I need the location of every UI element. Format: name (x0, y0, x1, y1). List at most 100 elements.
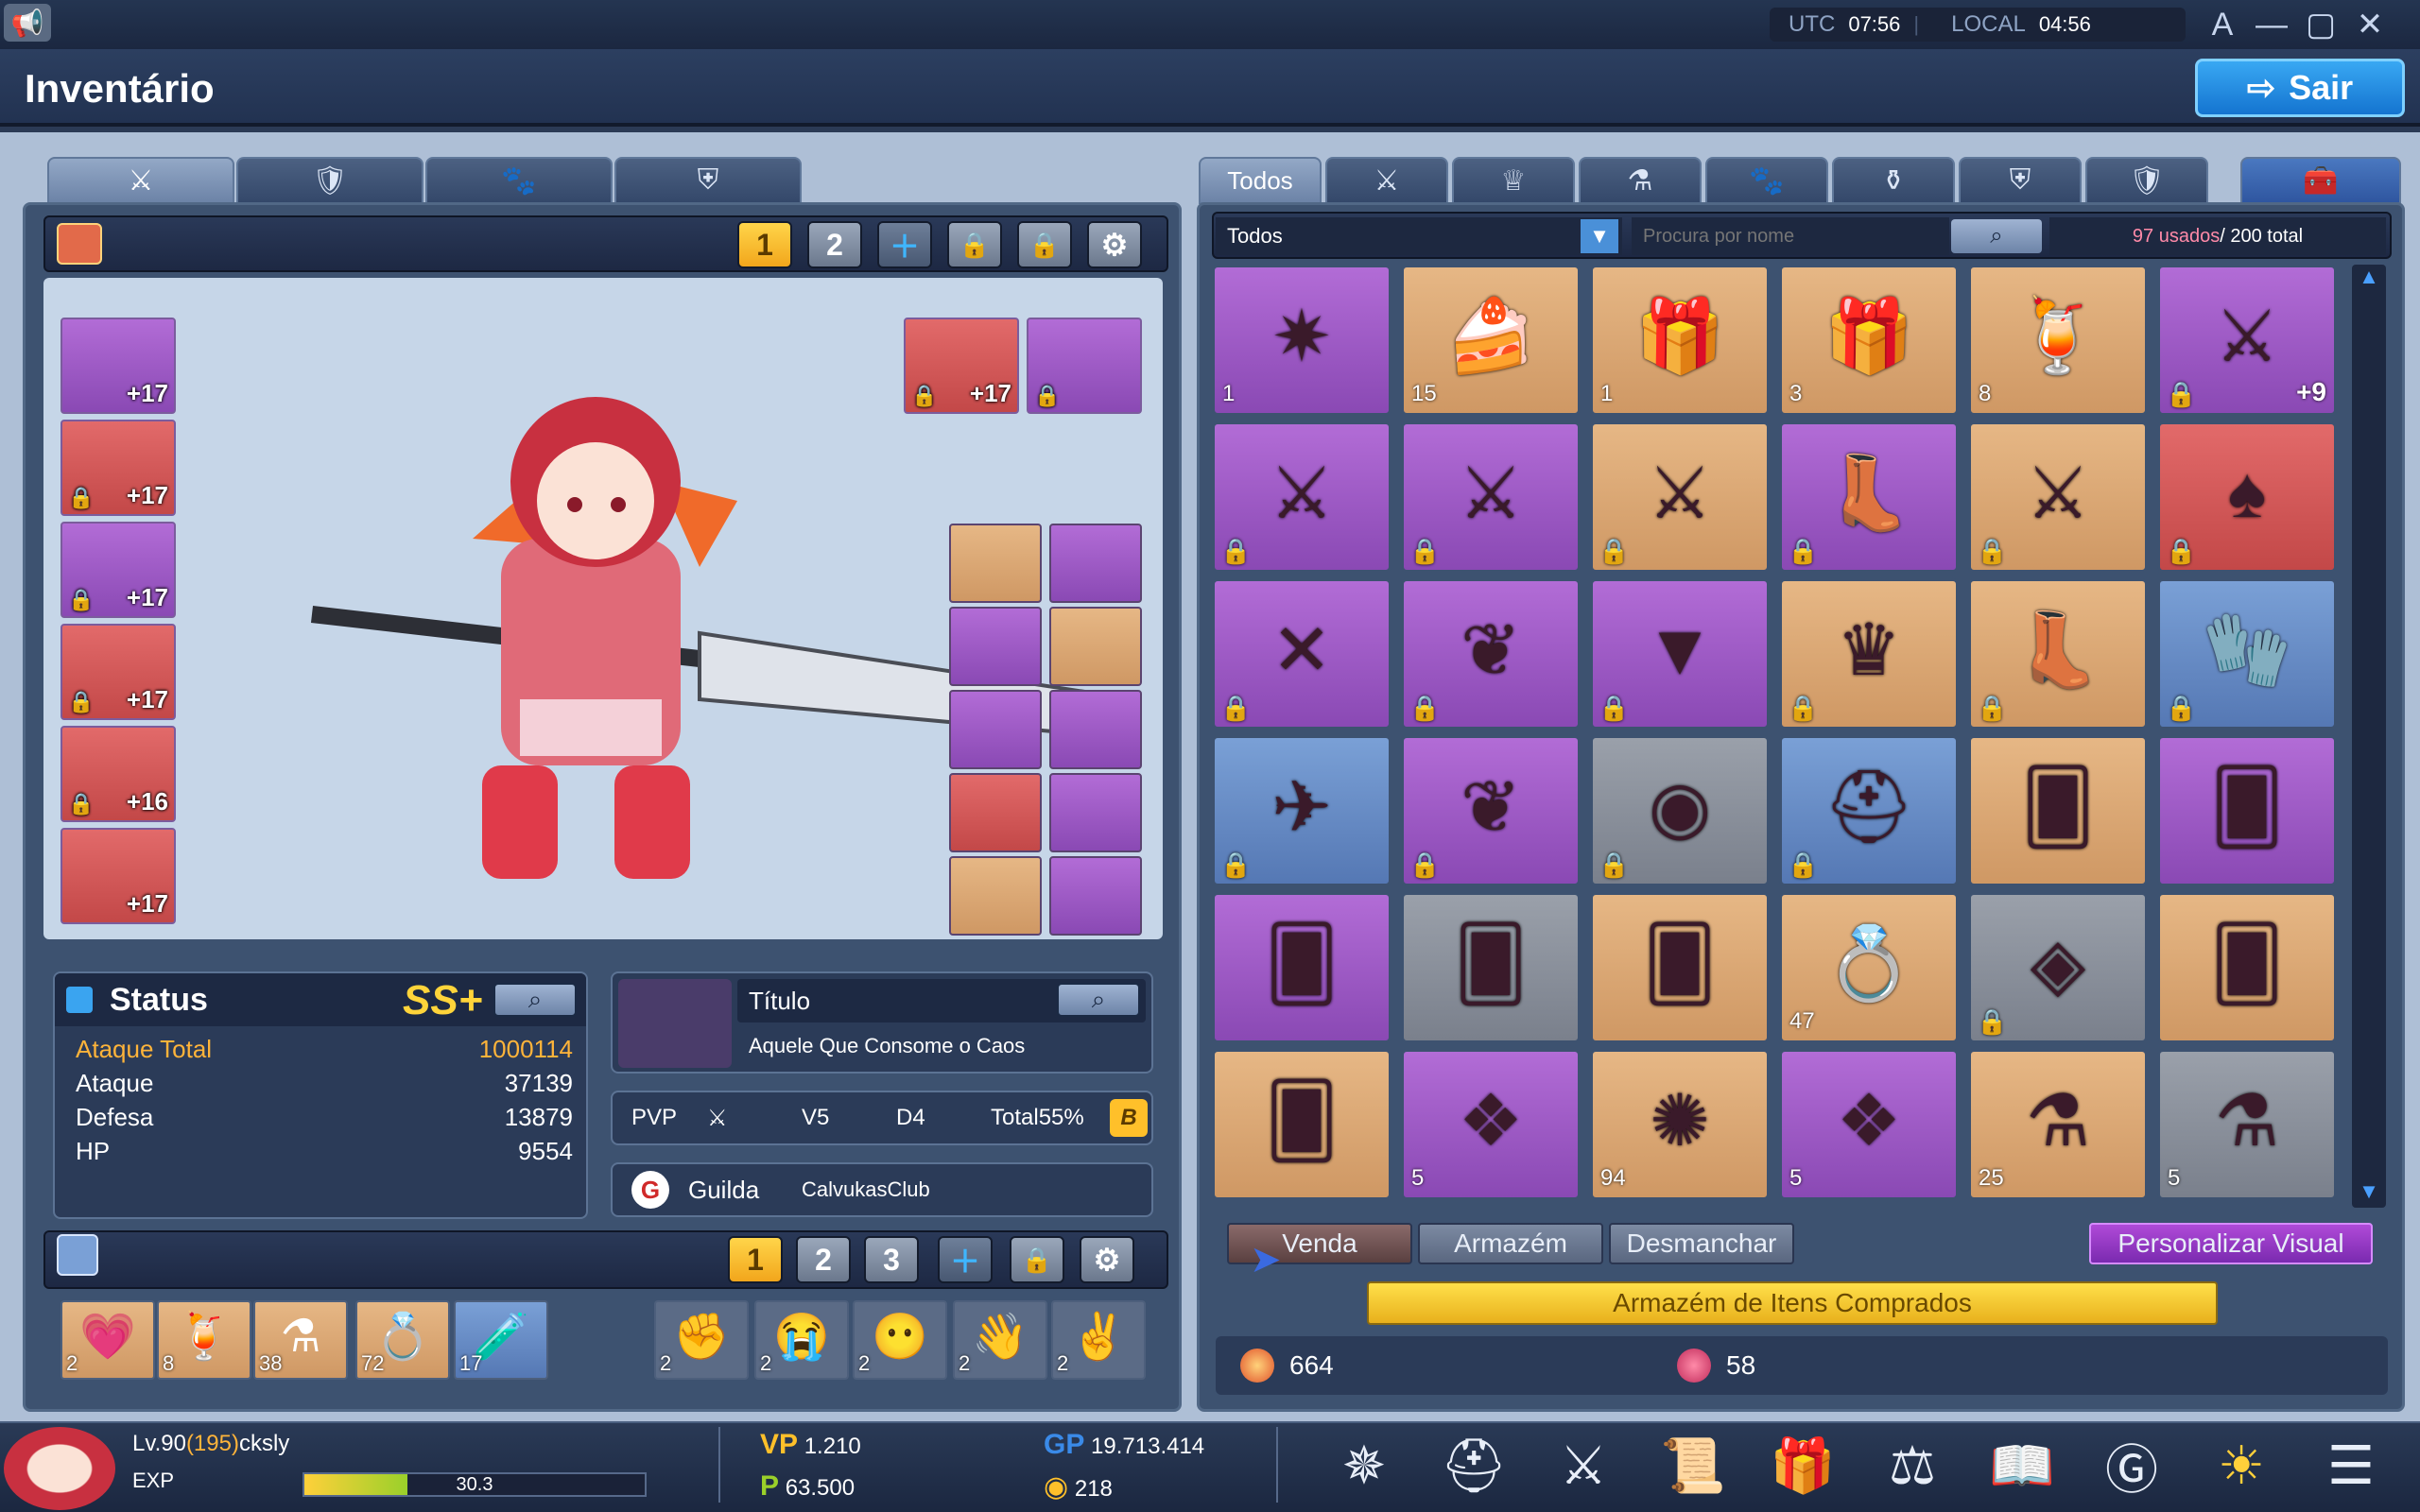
tab-accessories[interactable]: ♕ (1452, 157, 1575, 204)
armor-menu-icon[interactable]: ⛑ (1433, 1425, 1514, 1506)
inventory-item[interactable]: ⚗ 25 (1968, 1049, 2148, 1200)
emote-slot[interactable]: 😶 2 (853, 1300, 947, 1380)
tab-misc[interactable]: ⚱ (1832, 157, 1955, 204)
dismantle-button[interactable]: Desmanchar (1609, 1223, 1794, 1264)
accessory-slot[interactable] (1049, 856, 1142, 936)
accessory-slot[interactable] (949, 773, 1042, 852)
lock-icon[interactable]: 🔒 (1010, 1236, 1064, 1283)
equip-slot-legs[interactable]: 🔒 +17 (60, 522, 176, 618)
accessory-slot[interactable] (1049, 524, 1142, 603)
gift-icon[interactable]: 🎁 (1762, 1425, 1843, 1506)
inventory-item[interactable]: 🂠 (1212, 1049, 1392, 1200)
tab-pets[interactable]: 🐾 (1705, 157, 1828, 204)
minimize-icon[interactable]: — (2250, 6, 2293, 43)
inventory-item[interactable]: ❦ 🔒 (1401, 735, 1581, 886)
quick-preset-1-button[interactable]: 1 (728, 1236, 783, 1283)
inventory-item[interactable]: ✈ 🔒 (1212, 735, 1392, 886)
scroll-up-icon[interactable]: ▲ (2352, 265, 2386, 293)
accessory-slot[interactable] (949, 524, 1042, 603)
inventory-item[interactable]: 🍰 15 (1401, 265, 1581, 416)
equip-slot-body[interactable]: 🔒 +17 (60, 420, 176, 516)
preset-1-button[interactable]: 1 (737, 221, 792, 268)
inventory-item[interactable]: ◈ 🔒 (1968, 892, 2148, 1043)
equip-slot-shoes[interactable]: 🔒 +16 (60, 726, 176, 822)
inventory-item[interactable]: ♛ 🔒 (1779, 578, 1959, 730)
emote-slot[interactable]: ✌ 2 (1051, 1300, 1146, 1380)
inventory-item[interactable]: ⚔ 🔒 +9 (2157, 265, 2337, 416)
compass-icon[interactable]: ✵ (1323, 1425, 1405, 1506)
emote-slot[interactable]: 👋 2 (953, 1300, 1047, 1380)
exit-button[interactable]: ⇨ Sair (2195, 59, 2405, 117)
equip-slot-head[interactable]: +17 (60, 318, 176, 414)
tab-armor[interactable]: 🛡 (236, 157, 424, 204)
storage-button[interactable]: Armazém (1418, 1223, 1603, 1264)
tab-pet[interactable]: 🐾 (425, 157, 613, 204)
title-search-button[interactable]: ⌕ (1057, 983, 1140, 1017)
accessory-slot[interactable] (949, 856, 1042, 936)
quickslot-item[interactable]: 🍹 8 (157, 1300, 251, 1380)
scroll-down-icon[interactable]: ▼ (2352, 1179, 2386, 1208)
quickslot-item[interactable]: ⚗ 38 (253, 1300, 348, 1380)
inventory-item[interactable]: 🂠 (1212, 892, 1392, 1043)
gear-icon[interactable]: ⚙ (1087, 221, 1142, 268)
search-input[interactable] (1632, 217, 1949, 255)
customize-visual-button[interactable]: Personalizar Visual (2089, 1223, 2373, 1264)
accessory-slot[interactable] (949, 690, 1042, 769)
inventory-item[interactable]: ▼ 🔒 (1590, 578, 1770, 730)
inventory-item[interactable]: ✷ 1 (1212, 265, 1392, 416)
inventory-item[interactable]: ⚗ 5 (2157, 1049, 2337, 1200)
inventory-item[interactable]: 💍 47 (1779, 892, 1959, 1043)
status-search-button[interactable]: ⌕ (493, 983, 577, 1017)
preset-2-button[interactable]: 2 (807, 221, 862, 268)
equip-slot-cape[interactable]: +17 (60, 828, 176, 924)
lock-icon[interactable]: 🔒 (947, 221, 1002, 268)
add-preset-button[interactable]: ＋ (877, 221, 932, 268)
inventory-item[interactable]: ❖ 5 (1779, 1049, 1959, 1200)
tab-shields[interactable]: ⛨ (1959, 157, 2082, 204)
tab-all[interactable]: Todos (1199, 157, 1322, 204)
accessory-slot[interactable] (949, 607, 1042, 686)
quickslot-item[interactable]: 💗 2 (60, 1300, 155, 1380)
inventory-item[interactable]: ✺ 94 (1590, 1049, 1770, 1200)
inventory-item[interactable]: 👢 🔒 (1968, 578, 2148, 730)
tab-chest[interactable]: 🧰 (2240, 157, 2401, 204)
tab-armor-items[interactable]: 🛡 (2085, 157, 2208, 204)
guild-menu-icon[interactable]: Ⓖ (2091, 1425, 2172, 1506)
inventory-item[interactable]: ⚔ 🔒 (1212, 421, 1392, 573)
tab-shield[interactable]: ⛨ (614, 157, 802, 204)
tab-consumables[interactable]: ⚗ (1579, 157, 1702, 204)
equip-slot-gloves[interactable]: 🔒 +17 (60, 624, 176, 720)
inventory-item[interactable]: ⚔ 🔒 (1968, 421, 2148, 573)
gear-icon[interactable]: ⚙ (1080, 1236, 1134, 1283)
bought-items-storage-button[interactable]: Armazém de Itens Comprados (1367, 1281, 2218, 1325)
auction-icon[interactable]: ⚖ (1872, 1425, 1953, 1506)
inventory-item[interactable]: 🧤 🔒 (2157, 578, 2337, 730)
font-icon[interactable]: A (2201, 6, 2244, 43)
search-button[interactable]: ⌕ (1951, 219, 2042, 253)
inventory-item[interactable]: ⚔ 🔒 (1401, 421, 1581, 573)
menu-icon[interactable]: ☰ (2310, 1425, 2392, 1506)
quickslot-item[interactable]: 💍 72 (355, 1300, 450, 1380)
scrollbar[interactable]: ▲ ▼ (2352, 265, 2386, 1208)
equip-slot-weapon-visual[interactable]: 🔒 (1027, 318, 1142, 414)
inventory-item[interactable]: 🎁 1 (1590, 265, 1770, 416)
inventory-item[interactable]: 👢 🔒 (1779, 421, 1959, 573)
inventory-item[interactable]: 🂠 (1590, 892, 1770, 1043)
inventory-item[interactable]: 🎁 3 (1779, 265, 1959, 416)
quest-icon[interactable]: 📜 (1652, 1425, 1734, 1506)
emote-slot[interactable]: 😭 2 (754, 1300, 849, 1380)
inventory-item[interactable]: ◉ 🔒 (1590, 735, 1770, 886)
announce-icon[interactable]: 📢 (4, 4, 51, 42)
category-select[interactable]: Todos ▼ (1216, 217, 1622, 255)
inventory-item[interactable]: ❦ 🔒 (1401, 578, 1581, 730)
accessory-slot[interactable] (1049, 690, 1142, 769)
accessory-slot[interactable] (1049, 773, 1142, 852)
quick-preset-3-button[interactable]: 3 (864, 1236, 919, 1283)
inventory-item[interactable]: 🂠 (1401, 892, 1581, 1043)
lock-icon[interactable]: 🔒 (1017, 221, 1072, 268)
sword-menu-icon[interactable]: ⚔ (1543, 1425, 1624, 1506)
quick-preset-2-button[interactable]: 2 (796, 1236, 851, 1283)
emote-slot[interactable]: ✊ 2 (654, 1300, 749, 1380)
avatar[interactable] (4, 1427, 115, 1510)
inventory-item[interactable]: 🂠 (2157, 735, 2337, 886)
